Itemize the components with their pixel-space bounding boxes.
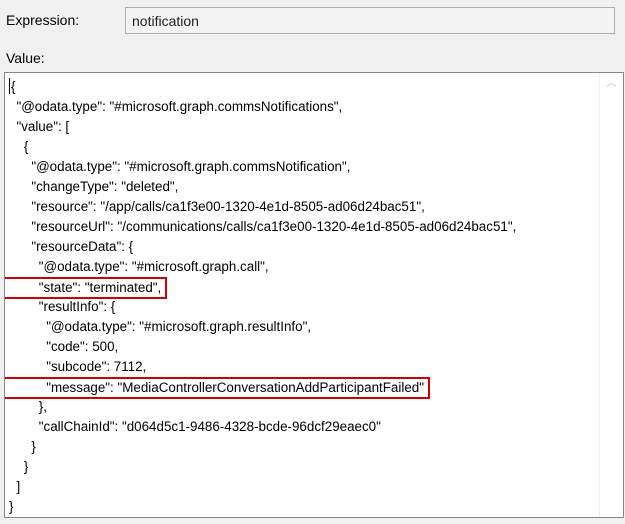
code-line: "resultInfo": {: [9, 299, 116, 314]
code-line: ]: [9, 479, 21, 494]
code-line-state: "state": "terminated",: [5, 277, 599, 299]
code-line: "callChainId": "d064d5c1-9486-4328-bcde-…: [9, 419, 381, 434]
value-textbox[interactable]: { "@odata.type": "#microsoft.graph.comms…: [4, 72, 624, 518]
code-line: }: [9, 439, 36, 454]
code-line: "resourceUrl": "/communications/calls/ca…: [9, 219, 517, 234]
code-line: }: [9, 459, 29, 474]
code-line: "value": [: [9, 119, 70, 134]
json-code[interactable]: { "@odata.type": "#microsoft.graph.comms…: [5, 73, 599, 517]
code-line: "@odata.type": "#microsoft.graph.commsNo…: [9, 99, 343, 114]
text-caret: [9, 78, 10, 94]
code-line: "@odata.type": "#microsoft.graph.resultI…: [9, 319, 312, 334]
code-line: "resource": "/app/calls/ca1f3e00-1320-4e…: [9, 199, 425, 214]
expression-input[interactable]: [125, 7, 615, 34]
vertical-scrollbar[interactable]: ︿: [599, 73, 623, 517]
code-line: {: [9, 139, 29, 154]
code-line: }: [9, 499, 14, 514]
expression-label: Expression:: [6, 12, 80, 28]
message-highlight-box: "message": "MediaControllerConversationA…: [5, 377, 430, 399]
code-line-message: "message": "MediaControllerConversationA…: [5, 377, 599, 399]
state-highlight-box: "state": "terminated",: [5, 277, 168, 299]
code-line: "@odata.type": "#microsoft.graph.commsNo…: [9, 159, 351, 174]
code-line: {: [9, 78, 16, 94]
code-line: "subcode": 7112,: [9, 359, 147, 374]
code-line: "changeType": "deleted",: [9, 179, 179, 194]
code-line: "resourceData": {: [9, 239, 134, 254]
value-label: Value:: [6, 50, 45, 66]
scroll-up-arrow-icon[interactable]: ︿: [600, 77, 623, 91]
code-line: "code": 500,: [9, 339, 119, 354]
code-line: },: [9, 399, 47, 414]
code-line: "@odata.type": "#microsoft.graph.call",: [9, 259, 269, 274]
